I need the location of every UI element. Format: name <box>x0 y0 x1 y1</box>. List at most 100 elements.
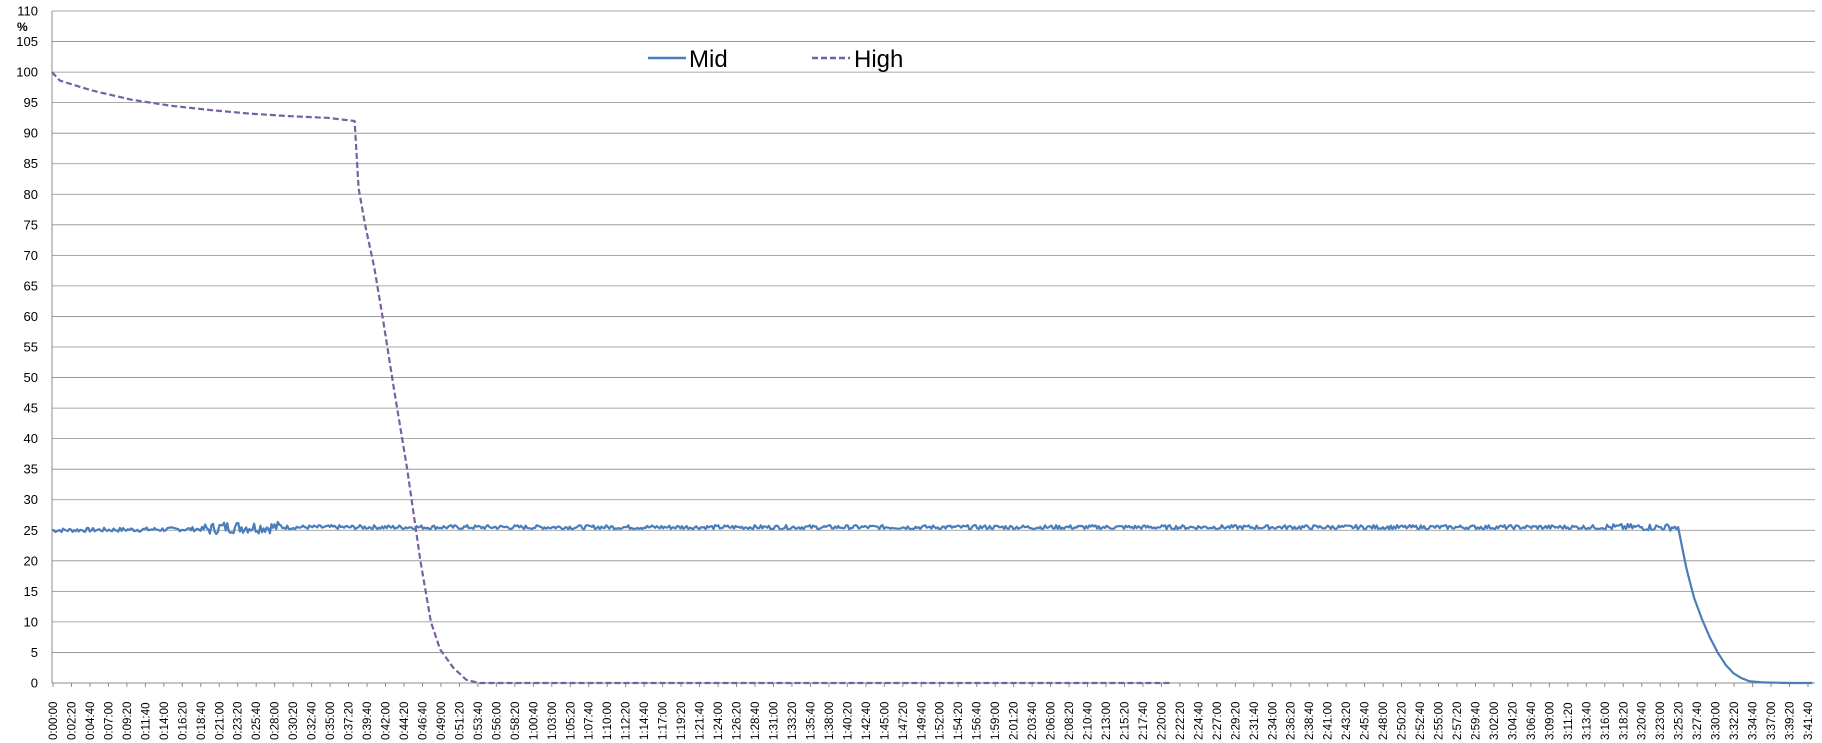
x-tick-label: 3:30:00 <box>1711 702 1723 740</box>
x-tick-label: 0:44:20 <box>399 702 411 740</box>
x-tick-label: 1:54:20 <box>953 702 965 740</box>
y-tick-label: 105 <box>16 34 38 49</box>
x-tick-label: 1:05:20 <box>565 702 577 740</box>
x-tick-label: 1:35:40 <box>805 702 817 740</box>
x-tick-label: 1:33:20 <box>787 702 799 740</box>
y-tick-label: 25 <box>24 523 38 538</box>
x-tick-label: 2:29:20 <box>1230 702 1242 740</box>
gridlines <box>51 10 1815 684</box>
x-tick-label: 2:50:20 <box>1397 702 1409 740</box>
y-tick-label: 95 <box>24 95 38 110</box>
x-tick-label: 3:04:20 <box>1507 702 1519 740</box>
x-tick-label: 3:09:00 <box>1544 702 1556 740</box>
x-tick-label: 1:49:40 <box>916 702 928 740</box>
y-tick-label: 10 <box>24 614 38 629</box>
x-tick-label: 0:53:40 <box>473 702 485 740</box>
x-tick-label: 0:14:00 <box>159 702 171 740</box>
y-tick-label: 0 <box>31 676 38 691</box>
x-tick-label: 1:07:40 <box>584 702 596 740</box>
x-tick-label: 2:06:00 <box>1046 702 1058 740</box>
x-tick-label: 1:52:00 <box>935 702 947 740</box>
x-tick-label: 3:13:40 <box>1581 702 1593 740</box>
x-tick-label: 2:36:20 <box>1286 702 1298 740</box>
series-line-mid <box>51 520 1813 685</box>
x-tick-label: 0:04:40 <box>85 702 97 740</box>
x-tick-label: 2:59:40 <box>1470 702 1482 740</box>
x-tick-label: 0:49:00 <box>436 702 448 740</box>
legend: Mid High <box>648 46 903 73</box>
x-tick-label: 3:32:20 <box>1729 702 1741 740</box>
x-tick-label: 1:59:00 <box>990 702 1002 740</box>
x-tick-label: 2:17:40 <box>1138 702 1150 740</box>
x-tick-label: 3:16:00 <box>1600 702 1612 740</box>
x-tick-label: 1:45:00 <box>879 702 891 740</box>
x-tick-label: 2:24:40 <box>1193 702 1205 740</box>
y-tick-label: 110 <box>17 4 38 19</box>
x-tick-label: 3:37:00 <box>1766 702 1778 740</box>
x-tick-label: 0:21:00 <box>214 702 226 740</box>
x-tick-label: 3:41:40 <box>1803 702 1815 740</box>
x-tick-label: 0:46:40 <box>417 702 429 740</box>
x-tick-label: 3:25:20 <box>1674 702 1686 740</box>
x-tick-label: 0:16:20 <box>177 702 189 740</box>
x-tick-label: 1:56:40 <box>972 702 984 740</box>
x-axis-ticks: 0:00:00 0:02:20 0:04:40 0:07:00 0:09:20 0:11:… <box>48 683 1815 740</box>
x-tick-label: 1:24:00 <box>713 702 725 740</box>
y-tick-label: 75 <box>24 217 38 232</box>
x-tick-label: 2:34:00 <box>1267 702 1279 740</box>
x-tick-label: 2:03:40 <box>1027 702 1039 740</box>
x-tick-label: 2:57:20 <box>1452 702 1464 740</box>
y-tick-label: 65 <box>24 278 38 293</box>
x-tick-label: 2:48:00 <box>1378 702 1390 740</box>
x-tick-label: 2:55:00 <box>1434 702 1446 740</box>
x-tick-label: 0:28:00 <box>270 702 282 740</box>
x-tick-label: 2:20:00 <box>1156 702 1168 740</box>
x-tick-label: 1:19:20 <box>676 702 688 740</box>
x-tick-label: 3:18:20 <box>1618 702 1630 740</box>
x-tick-label: 0:02:20 <box>66 702 78 740</box>
x-tick-label: 3:11:20 <box>1563 702 1575 740</box>
x-tick-label: 3:34:40 <box>1748 702 1760 740</box>
x-tick-label: 3:27:40 <box>1692 702 1704 740</box>
y-tick-label: 80 <box>24 187 38 202</box>
x-tick-label: 3:20:40 <box>1637 702 1649 740</box>
x-tick-label: 0:39:40 <box>362 702 374 740</box>
x-tick-label: 0:25:40 <box>251 702 263 740</box>
y-tick-label: 55 <box>24 340 38 355</box>
x-tick-label: 0:09:20 <box>122 702 134 740</box>
x-tick-label: 0:11:40 <box>140 702 152 740</box>
x-tick-label: 2:31:40 <box>1249 702 1261 740</box>
x-tick-label: 1:28:40 <box>750 702 762 740</box>
legend-label-mid: Mid <box>689 46 728 73</box>
legend-label-high: High <box>854 46 903 73</box>
y-tick-label: 45 <box>24 401 38 416</box>
x-tick-label: 1:03:00 <box>547 702 559 740</box>
y-tick-label: 20 <box>24 553 38 568</box>
x-tick-label: 1:10:00 <box>602 702 614 740</box>
y-tick-label: 100 <box>16 65 38 80</box>
x-tick-label: 1:26:20 <box>732 702 744 740</box>
x-tick-label: 2:22:20 <box>1175 702 1187 740</box>
x-tick-label: 3:06:40 <box>1526 702 1538 740</box>
x-tick-label: 1:40:20 <box>842 702 854 740</box>
x-tick-label: 1:14:40 <box>639 702 651 740</box>
y-tick-label: 35 <box>24 462 38 477</box>
x-tick-label: 2:38:40 <box>1304 702 1316 740</box>
y-tick-label: 90 <box>24 126 38 141</box>
y-tick-label: 70 <box>24 248 38 263</box>
x-tick-label: 3:39:20 <box>1785 702 1797 740</box>
x-tick-label: 1:21:40 <box>695 702 707 740</box>
x-tick-label: 1:00:40 <box>528 702 540 740</box>
x-tick-label: 1:38:00 <box>824 702 836 740</box>
x-tick-label: 0:35:00 <box>325 702 337 740</box>
y-tick-label: 85 <box>24 156 38 171</box>
x-tick-label: 1:12:20 <box>621 702 633 740</box>
x-tick-label: 0:37:20 <box>344 702 356 740</box>
y-tick-label: 60 <box>24 309 38 324</box>
x-tick-label: 2:08:20 <box>1064 702 1076 740</box>
x-tick-label: 0:56:00 <box>491 702 503 740</box>
y-tick-label: 30 <box>24 492 38 507</box>
x-tick-label: 2:01:20 <box>1009 702 1021 740</box>
x-tick-label: 0:30:20 <box>288 702 300 740</box>
y-axis-ticks: 0 5 10 15 20 25 30 35 40 45 50 55 60 65 70 75 80 85 90 95 10… <box>16 4 38 691</box>
